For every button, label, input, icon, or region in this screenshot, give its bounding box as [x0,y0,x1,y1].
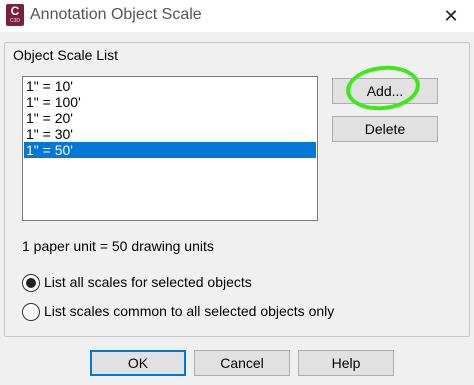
help-button-label: Help [331,355,361,371]
radio-label: List all scales for selected objects [44,274,252,290]
scale-listbox[interactable]: 1" = 10' 1" = 100' 1" = 20' 1" = 30' 1" … [22,76,318,221]
scale-item-selected[interactable]: 1" = 50' [24,142,316,158]
app-icon: C C3D [6,4,24,26]
title-bar: C C3D Annotation Object Scale ✕ [0,0,474,32]
scale-status-text: 1 paper unit = 50 drawing units [22,238,214,254]
scale-item[interactable]: 1" = 30' [24,126,316,142]
radio-label: List scales common to all selected objec… [44,303,335,319]
scale-item[interactable]: 1" = 20' [24,110,316,126]
close-icon[interactable]: ✕ [436,4,466,28]
group-label: Object Scale List [10,47,122,63]
scale-item[interactable]: 1" = 10' [24,78,316,94]
ok-button-label: OK [127,355,149,371]
window-title: Annotation Object Scale [30,6,202,23]
delete-button-label: Delete [364,121,406,137]
help-button[interactable]: Help [298,350,394,376]
scale-item[interactable]: 1" = 100' [24,94,316,110]
radio-checked-icon[interactable] [22,274,40,292]
radio-unchecked-icon[interactable] [22,303,40,321]
delete-button[interactable]: Delete [332,116,438,142]
cancel-button[interactable]: Cancel [194,350,290,376]
cancel-button-label: Cancel [220,355,264,371]
ok-button[interactable]: OK [90,350,186,376]
